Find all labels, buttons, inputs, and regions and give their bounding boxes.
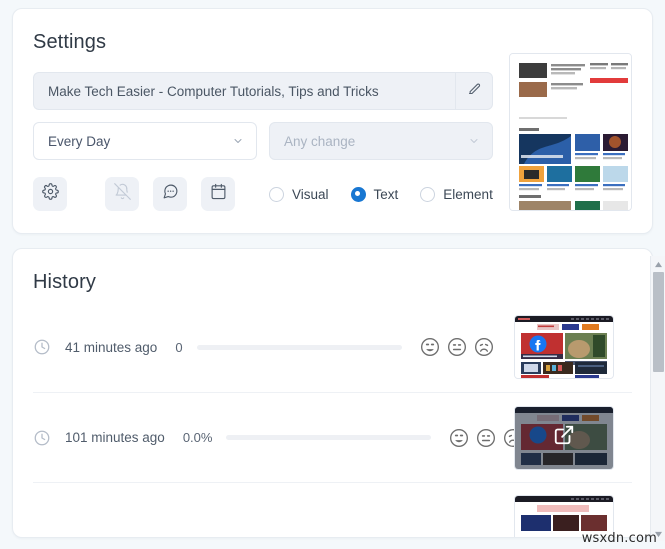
gear-button[interactable] — [33, 177, 67, 211]
calendar-icon — [210, 183, 227, 205]
snapshot-image — [515, 316, 613, 378]
history-timestamp: 101 minutes ago — [65, 430, 165, 445]
condition-select-value: Any change — [284, 133, 356, 149]
chat-button[interactable] — [153, 177, 187, 211]
clock-icon — [33, 338, 51, 356]
external-link-icon — [553, 424, 575, 451]
happy-face-icon[interactable] — [420, 337, 440, 357]
bell-off-icon — [113, 183, 131, 205]
radio-text-label: Text — [373, 186, 399, 202]
settings-card: Settings Make Tech Easier - Computer Tut… — [12, 8, 653, 234]
bell-off-button[interactable] — [105, 177, 139, 211]
pencil-icon — [467, 81, 482, 101]
chevron-down-icon — [468, 135, 480, 147]
history-progress-bar — [196, 344, 402, 350]
history-thumbnail[interactable] — [514, 315, 614, 379]
watermark: wsxdn.com — [581, 531, 657, 546]
history-rating-group — [420, 337, 494, 357]
history-row[interactable]: 101 minutes ago 0.0% — [33, 392, 632, 482]
settings-title: Settings — [33, 31, 107, 53]
settings-preview-thumbnail[interactable] — [509, 53, 632, 211]
mode-radio-group: Visual Text Element — [269, 186, 511, 202]
radio-visual[interactable]: Visual — [269, 186, 347, 202]
history-value: 0 — [175, 339, 183, 355]
radio-text[interactable]: Text — [350, 186, 417, 202]
radio-element[interactable]: Element — [420, 186, 511, 202]
history-timestamp: 41 minutes ago — [65, 339, 158, 355]
chat-bubble-icon — [162, 183, 179, 205]
radio-circle-icon — [269, 186, 284, 202]
select-row: Every Day Any change — [33, 122, 493, 160]
history-list: 41 minutes ago 0 101 minutes ago 0.0% — [33, 302, 632, 537]
frequency-select-value: Every Day — [48, 133, 111, 149]
radio-circle-icon — [420, 186, 436, 202]
sad-face-icon[interactable] — [474, 337, 494, 357]
frequency-select[interactable]: Every Day — [33, 122, 257, 160]
history-card: History 41 minutes ago 0 101 minutes ago… — [12, 248, 653, 538]
caret-up-icon — [654, 255, 663, 273]
url-input[interactable]: Make Tech Easier - Computer Tutorials, T… — [33, 72, 455, 110]
history-scrollbar[interactable] — [650, 256, 665, 541]
history-progress-bar — [226, 435, 432, 440]
gear-icon — [41, 183, 59, 205]
radio-circle-icon — [350, 186, 366, 202]
happy-face-icon[interactable] — [449, 428, 469, 448]
history-thumbnail[interactable] — [514, 405, 614, 470]
condition-select[interactable]: Any change — [269, 122, 493, 160]
scroll-up-button[interactable] — [651, 256, 665, 271]
radio-visual-label: Visual — [292, 186, 329, 202]
scrollbar-thumb[interactable] — [653, 272, 664, 372]
preview-image — [510, 54, 631, 210]
thumbnail-hover-overlay[interactable] — [515, 406, 613, 469]
neutral-face-icon[interactable] — [447, 337, 467, 357]
radio-element-label: Element — [443, 186, 493, 202]
calendar-button[interactable] — [201, 177, 235, 211]
clock-icon — [33, 429, 51, 447]
app-page: Settings Make Tech Easier - Computer Tut… — [0, 0, 665, 549]
history-rating-group — [449, 428, 523, 448]
history-title: History — [33, 271, 96, 293]
edit-url-button[interactable] — [455, 72, 493, 110]
url-row: Make Tech Easier - Computer Tutorials, T… — [33, 72, 493, 110]
chevron-down-icon — [232, 135, 244, 147]
neutral-face-icon[interactable] — [476, 428, 496, 448]
history-row[interactable]: 41 minutes ago 0 — [33, 302, 632, 392]
history-row[interactable] — [33, 482, 632, 537]
history-value: 0.0% — [182, 430, 213, 445]
